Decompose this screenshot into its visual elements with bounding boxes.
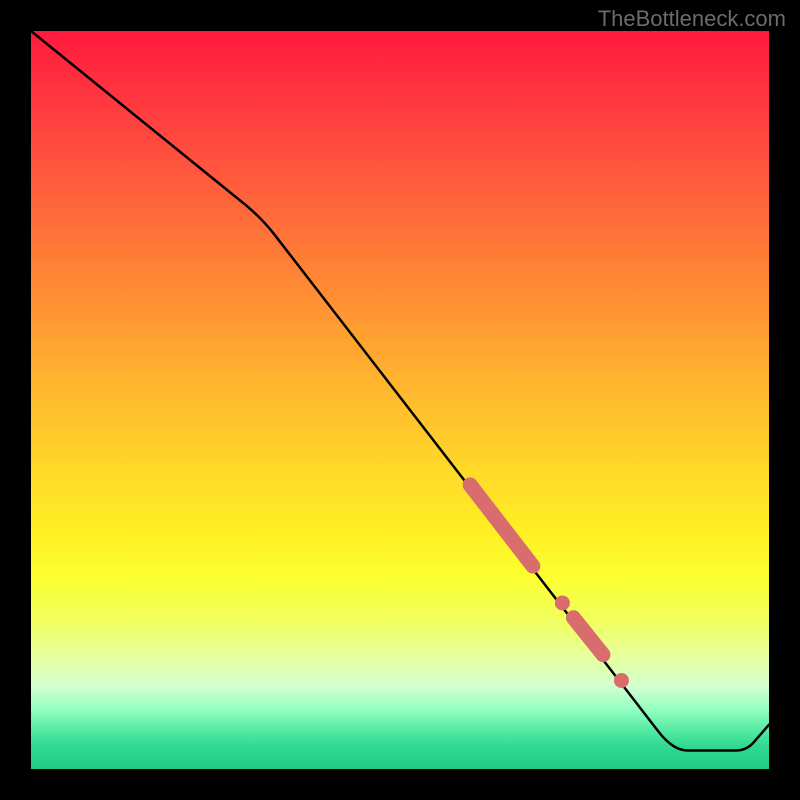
chart-background [31, 31, 769, 769]
watermark-text: TheBottleneck.com [598, 6, 786, 32]
